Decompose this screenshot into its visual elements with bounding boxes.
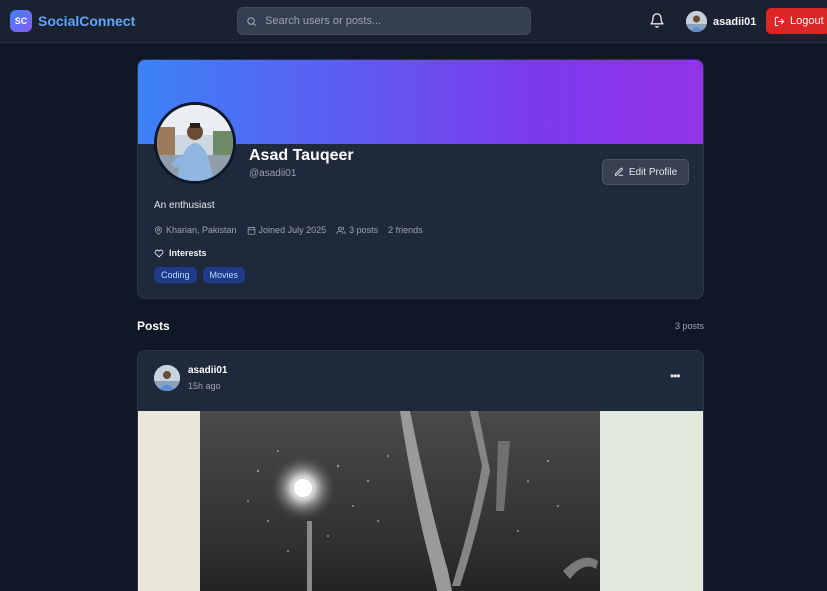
profile-name: Asad Tauqeer	[249, 147, 354, 164]
edit-profile-label: Edit Profile	[628, 166, 678, 178]
post-image[interactable]	[138, 411, 703, 591]
location: Kharian, Pakistan	[154, 225, 237, 235]
post-count: 3 posts	[336, 225, 378, 235]
joined-text: Joined July 2025	[258, 225, 327, 235]
more-options-icon[interactable]: •••	[670, 369, 681, 383]
calendar-icon	[247, 226, 255, 235]
pencil-icon	[614, 167, 624, 176]
post-author[interactable]: asadii01	[188, 365, 227, 376]
interest-tags: Coding Movies	[154, 267, 246, 283]
users-icon	[336, 226, 346, 234]
search-icon	[247, 16, 257, 26]
edit-profile-button[interactable]: Edit Profile	[602, 159, 689, 185]
friends-count[interactable]: 2 friends	[388, 225, 423, 235]
map-pin-icon	[155, 225, 162, 235]
logout-label: Logout	[790, 15, 824, 27]
post-card: asadii01 15h ago •••	[137, 350, 704, 591]
location-text: Kharian, Pakistan	[166, 225, 237, 235]
profile-handle: @asadii01	[249, 168, 297, 179]
user-menu[interactable]: asadii01	[686, 11, 756, 32]
posts-section-title: Posts	[137, 319, 170, 333]
profile-avatar	[154, 102, 236, 184]
friends-text: 2 friends	[388, 225, 423, 235]
profile-meta: Kharian, Pakistan Joined July 2025 3 pos…	[154, 225, 423, 235]
joined-date: Joined July 2025	[247, 225, 327, 235]
profile-card: Asad Tauqeer @asadii01 Edit Profile An e…	[137, 59, 704, 299]
brand-name: SocialConnect	[38, 13, 136, 29]
avatar[interactable]	[154, 365, 180, 391]
interests-label: Interests	[169, 248, 207, 258]
bell-icon	[650, 13, 664, 28]
avatar	[686, 11, 707, 32]
heart-icon	[154, 249, 164, 258]
posts-text: 3 posts	[349, 225, 379, 235]
top-navbar: SC SocialConnect asadii01 Logout	[0, 0, 827, 43]
logout-icon	[774, 16, 785, 26]
posts-section-count: 3 posts	[675, 321, 705, 331]
brand[interactable]: SC SocialConnect	[10, 10, 135, 32]
brand-logo: SC	[10, 10, 32, 32]
interest-tag-coding[interactable]: Coding	[154, 267, 197, 283]
username: asadii01	[713, 15, 757, 28]
search-box[interactable]	[237, 7, 531, 35]
interest-tag-movies[interactable]: Movies	[202, 267, 246, 283]
notifications-button[interactable]	[649, 12, 665, 34]
profile-bio: An enthusiast	[154, 200, 215, 211]
interests-heading: Interests	[154, 248, 207, 258]
logout-button[interactable]: Logout	[766, 8, 827, 34]
post-timestamp: 15h ago	[188, 381, 221, 391]
search-input[interactable]	[265, 15, 515, 27]
